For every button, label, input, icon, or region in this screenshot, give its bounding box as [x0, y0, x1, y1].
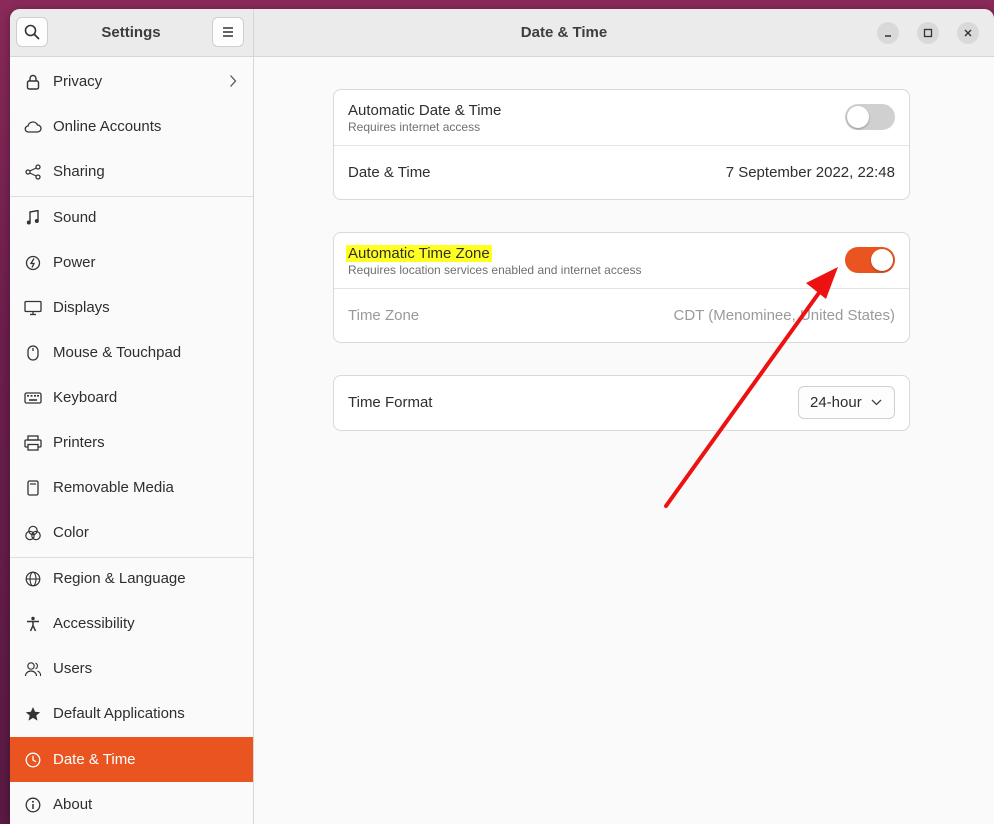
sidebar-item-label: Online Accounts: [53, 118, 162, 135]
sidebar-item-sharing[interactable]: Sharing: [10, 149, 253, 194]
removable-media-icon: [24, 479, 42, 497]
auto-datetime-row[interactable]: Automatic Date & Time Requires internet …: [334, 90, 909, 145]
sidebar-item-label: Displays: [53, 299, 110, 316]
header-bar: Settings Date & Time: [10, 9, 994, 57]
sidebar-title: Settings: [101, 24, 161, 41]
sidebar-item-removable-media[interactable]: Removable Media: [10, 465, 253, 510]
users-icon: [24, 660, 42, 678]
auto-datetime-switch[interactable]: [845, 104, 895, 130]
close-button[interactable]: [957, 22, 979, 44]
star-icon: [24, 705, 42, 723]
sidebar-item-label: Sharing: [53, 163, 105, 180]
datetime-label: Date & Time: [348, 164, 431, 181]
menu-button[interactable]: [212, 17, 244, 47]
time-format-value: 24-hour: [810, 394, 862, 411]
settings-window: Settings Date & Time Privacy Online Acco…: [10, 9, 994, 824]
page-title: Date & Time: [520, 24, 608, 41]
printer-icon: [24, 434, 42, 452]
sidebar-item-printers[interactable]: Printers: [10, 420, 253, 465]
sidebar-item-label: Keyboard: [53, 389, 118, 406]
cloud-icon: [24, 118, 42, 136]
sidebar-item-label: Users: [53, 660, 93, 677]
chevron-right-icon: [230, 75, 237, 87]
sidebar-item-about[interactable]: About: [10, 782, 253, 824]
sidebar-item-label: Printers: [53, 434, 105, 451]
chevron-down-icon: [871, 399, 882, 406]
sidebar-item-label: About: [53, 796, 93, 813]
sidebar-item-color[interactable]: Color: [10, 510, 253, 555]
sidebar-item-users[interactable]: Users: [10, 646, 253, 691]
auto-datetime-subtitle: Requires internet access: [348, 120, 481, 134]
maximize-button[interactable]: [917, 22, 939, 44]
datetime-value: 7 September 2022, 22:48: [725, 164, 895, 181]
sidebar-item-online-accounts[interactable]: Online Accounts: [10, 104, 253, 149]
sidebar-item-default-applications[interactable]: Default Applications: [10, 691, 253, 736]
accessibility-icon: [24, 615, 42, 633]
sidebar-item-sound[interactable]: Sound: [10, 195, 253, 240]
search-icon: [24, 24, 40, 40]
hamburger-menu-icon: [223, 27, 233, 37]
auto-datetime-title: Automatic Date & Time: [348, 102, 502, 119]
sidebar-item-label: Region & Language: [53, 570, 186, 587]
auto-timezone-row[interactable]: Automatic Time Zone Requires location se…: [334, 233, 909, 288]
timezone-row: Time Zone CDT (Menominee, United States): [334, 289, 909, 343]
info-icon: [24, 796, 42, 814]
mouse-icon: [24, 344, 42, 362]
lock-icon: [24, 73, 42, 91]
auto-timezone-subtitle: Requires location services enabled and i…: [348, 263, 642, 277]
sidebar-item-displays[interactable]: Displays: [10, 285, 253, 330]
sidebar-item-accessibility[interactable]: Accessibility: [10, 601, 253, 646]
maximize-icon: [923, 28, 933, 38]
sidebar-item-label: Mouse & Touchpad: [53, 344, 182, 361]
time-format-label: Time Format: [348, 394, 433, 411]
sidebar-header: Settings: [10, 9, 254, 56]
time-format-row: Time Format 24-hour: [334, 376, 909, 430]
keyboard-icon: [24, 389, 42, 407]
switch-knob: [847, 106, 869, 128]
share-icon: [24, 163, 42, 181]
power-icon: [24, 254, 42, 272]
timezone-card: Automatic Time Zone Requires location se…: [333, 232, 910, 343]
auto-timezone-title: Automatic Time Zone: [346, 245, 492, 262]
time-format-card: Time Format 24-hour: [333, 375, 910, 431]
datetime-row[interactable]: Date & Time 7 September 2022, 22:48: [334, 146, 909, 200]
auto-timezone-switch[interactable]: [845, 247, 895, 273]
sidebar-item-region-language[interactable]: Region & Language: [10, 556, 253, 601]
datetime-card: Automatic Date & Time Requires internet …: [333, 89, 910, 200]
sidebar-item-keyboard[interactable]: Keyboard: [10, 375, 253, 420]
minimize-button[interactable]: [877, 22, 899, 44]
timezone-value: CDT (Menominee, United States): [673, 307, 895, 324]
sidebar-item-power[interactable]: Power: [10, 240, 253, 285]
color-icon: [24, 524, 42, 542]
search-button[interactable]: [16, 17, 48, 47]
time-format-dropdown[interactable]: 24-hour: [798, 386, 895, 419]
music-note-icon: [24, 209, 42, 227]
sidebar-item-label: Date & Time: [53, 751, 136, 768]
sidebar-item-label: Removable Media: [53, 479, 174, 496]
timezone-label: Time Zone: [348, 307, 420, 324]
clock-icon: [24, 751, 42, 769]
switch-knob: [871, 249, 893, 271]
sidebar-item-label: Default Applications: [53, 705, 185, 722]
sidebar-item-date-time[interactable]: Date & Time: [10, 737, 253, 782]
sidebar: Privacy Online Accounts Sharing Sound Po…: [10, 57, 254, 824]
sidebar-item-label: Color: [53, 524, 89, 541]
display-icon: [24, 299, 42, 317]
close-icon: [964, 29, 972, 37]
sidebar-item-label: Privacy: [53, 73, 103, 90]
sidebar-item-label: Power: [53, 254, 96, 271]
sidebar-item-privacy[interactable]: Privacy: [10, 59, 253, 104]
minimize-icon: [885, 35, 891, 37]
globe-icon: [24, 570, 42, 588]
sidebar-item-label: Sound: [53, 209, 97, 226]
sidebar-item-mouse-touchpad[interactable]: Mouse & Touchpad: [10, 330, 253, 375]
sidebar-item-label: Accessibility: [53, 615, 135, 632]
highlighted-text: Automatic Time Zone: [346, 245, 492, 262]
